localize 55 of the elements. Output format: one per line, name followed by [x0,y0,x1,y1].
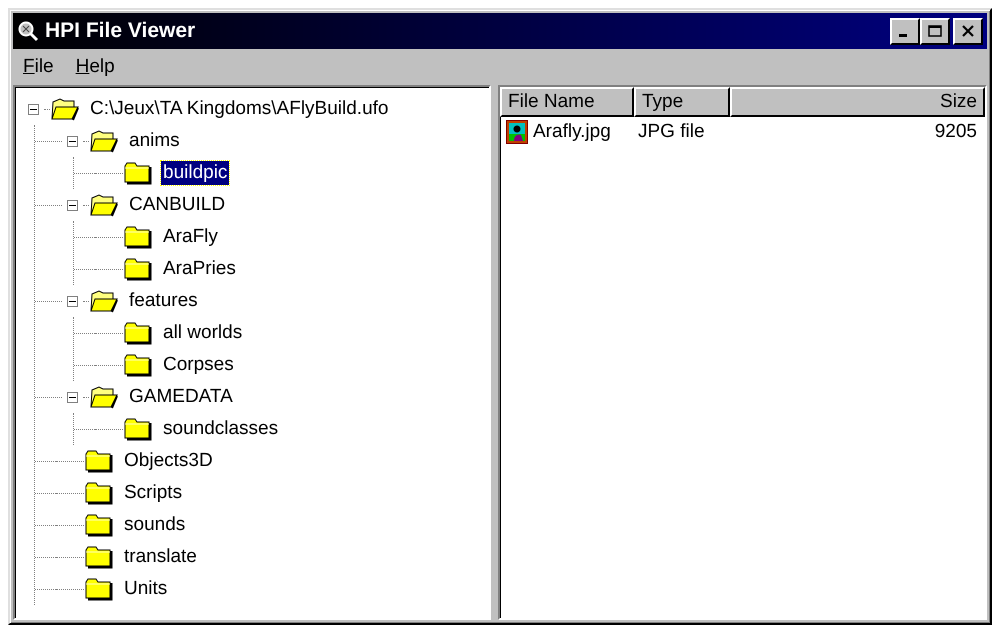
column-header[interactable]: File Name [500,87,634,117]
tree-item[interactable]: translate [122,545,199,569]
tree-item[interactable]: anims [127,129,182,153]
open-folder-icon [89,289,119,313]
open-folder-icon [50,97,80,121]
folder-icon [123,257,153,281]
folder-icon [84,545,114,569]
tree-item[interactable]: AraPries [161,257,238,281]
collapse-toggle[interactable] [28,104,39,114]
folder-icon [123,161,153,185]
folder-icon [123,321,153,345]
file-type: JPG file [637,121,706,143]
open-folder-icon [89,385,119,409]
close-button[interactable] [953,18,983,44]
folder-icon [84,481,114,505]
tree-item[interactable]: features [127,289,200,313]
collapse-toggle[interactable] [67,200,78,210]
image-file-icon [506,120,528,144]
column-header[interactable]: Type [634,87,730,117]
file-size: 9205 [934,121,978,143]
tree-item[interactable]: Units [122,577,170,601]
window-title: HPI File Viewer [45,19,196,43]
menu-item[interactable]: File [19,54,58,80]
open-folder-icon [89,129,119,153]
folder-icon [123,417,153,441]
tree-item[interactable]: sounds [122,513,188,537]
tree-item[interactable]: GAMEDATA [127,385,235,409]
tree-item[interactable]: all worlds [161,321,244,345]
tree-item[interactable]: Scripts [122,481,184,505]
folder-icon [123,225,153,249]
file-name: Arafly.jpg [533,121,611,143]
tree-item[interactable]: C:\Jeux\TA Kingdoms\AFlyBuild.ufo [88,97,390,121]
tree-item[interactable]: Objects3D [122,449,215,473]
close-icon [961,25,975,37]
tree-item[interactable]: Corpses [161,353,236,377]
tree-item[interactable]: soundclasses [161,417,280,441]
maximize-icon [928,25,942,37]
open-folder-icon [89,193,119,217]
file-row[interactable]: Arafly.jpg JPG file 9205 [500,117,985,147]
minimize-icon [899,34,907,37]
collapse-toggle[interactable] [67,296,78,306]
folder-icon [84,513,114,537]
tree-item[interactable]: buildpic [161,161,230,185]
folder-icon [84,577,114,601]
folder-icon [84,449,114,473]
collapse-toggle[interactable] [67,392,78,402]
column-header[interactable]: Size [730,87,985,117]
folder-icon [123,353,153,377]
tree-item[interactable]: CANBUILD [127,193,228,217]
maximize-button[interactable] [920,18,950,44]
tree-item[interactable]: AraFly [161,225,220,249]
minimize-button[interactable] [890,18,920,44]
magnifier-icon [17,20,39,42]
collapse-toggle[interactable] [67,136,78,146]
menu-item[interactable]: Help [72,54,119,80]
